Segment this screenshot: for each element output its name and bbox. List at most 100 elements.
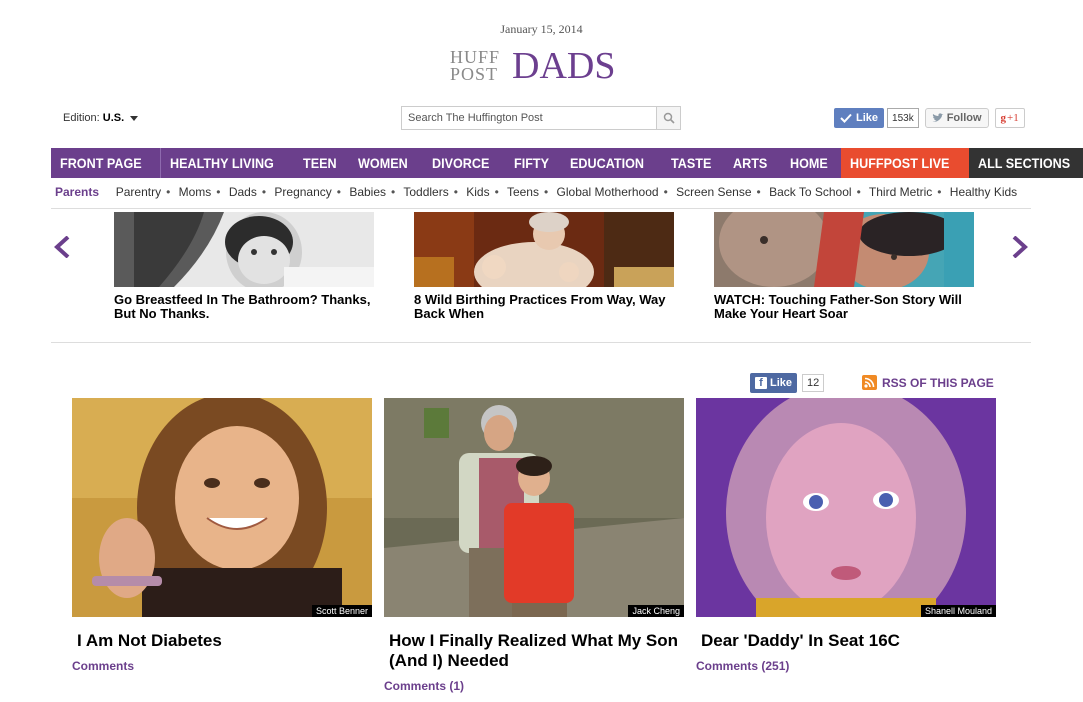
- subnav-item-healthy-kids[interactable]: Healthy Kids: [950, 185, 1017, 199]
- nav-label: DIVORCE: [431, 155, 490, 171]
- carousel-next-arrow-icon[interactable]: [1008, 236, 1030, 258]
- carousel-title[interactable]: WATCH: Touching Father-Son Story Will Ma…: [714, 293, 974, 321]
- separator-dot: •: [336, 185, 341, 199]
- twitter-bird-icon: [932, 113, 944, 122]
- edition-selector[interactable]: Edition: U.S.: [63, 112, 139, 124]
- subnav-item-pregnancy[interactable]: Pregnancy: [274, 185, 331, 199]
- comments-link[interactable]: Comments: [72, 659, 372, 673]
- carousel-image-breastfeeding[interactable]: [114, 212, 374, 287]
- sub-nav: Parents Parentry • Moms • Dads • Pregnancy •…: [55, 185, 1017, 199]
- logo-post-text: POST: [450, 64, 499, 84]
- carousel-item[interactable]: 8 Wild Birthing Practices From Way, Way …: [414, 212, 674, 321]
- main-nav: FRONT PAGE HEALTHY LIVING TEEN WOMEN DIV…: [51, 148, 1083, 178]
- comments-link[interactable]: Comments (1): [384, 679, 684, 693]
- social-buttons: Like 153k Follow g +1: [834, 108, 1025, 128]
- carousel-title[interactable]: 8 Wild Birthing Practices From Way, Way …: [414, 293, 674, 321]
- nav-label: FIFTY: [513, 155, 549, 171]
- nav-label: EDUCATION: [570, 155, 645, 171]
- photo-credit: Jack Cheng: [628, 605, 684, 617]
- separator-dot: [104, 185, 107, 199]
- gplus-label: +1: [1007, 112, 1019, 124]
- nav-item-huffpost-live[interactable]: HUFFPOST LIVE: [840, 148, 970, 178]
- nav-item-teen[interactable]: TEEN: [294, 148, 349, 178]
- nav-label: ARTS: [733, 155, 768, 171]
- divider: [51, 208, 1031, 209]
- divider: [51, 342, 1031, 343]
- article-card[interactable]: Scott Benner I Am Not Diabetes Comments: [72, 398, 372, 673]
- carousel-item[interactable]: WATCH: Touching Father-Son Story Will Ma…: [714, 212, 974, 321]
- nav-label: FRONT PAGE: [60, 155, 142, 171]
- nav-item-divorce[interactable]: DIVORCE: [423, 148, 505, 178]
- nav-item-women[interactable]: WOMEN: [349, 148, 422, 178]
- subnav-item-parents[interactable]: Parents: [55, 185, 99, 199]
- nav-label: ALL SECTIONS: [978, 155, 1071, 171]
- like-label: Like: [856, 112, 879, 124]
- page-like-label: Like: [770, 377, 793, 389]
- rss-label: RSS OF THIS PAGE: [882, 375, 994, 390]
- page-like-count: 12: [802, 374, 825, 392]
- nav-label: WOMEN: [358, 155, 409, 171]
- separator-dot: •: [543, 185, 549, 199]
- search-icon: [663, 112, 675, 124]
- nav-item-healthy-living[interactable]: HEALTHY LIVING: [161, 148, 294, 178]
- subnav-item-screen-sense[interactable]: Screen Sense: [676, 185, 751, 199]
- check-icon: [840, 113, 852, 123]
- article-card[interactable]: Shanell Mouland Dear 'Daddy' In Seat 16C…: [696, 398, 996, 673]
- carousel-image-father-son[interactable]: [714, 212, 974, 287]
- photo-credit: Scott Benner: [311, 605, 372, 617]
- subnav-item-parentry[interactable]: Parentry: [116, 185, 161, 199]
- subnav-item-toddlers[interactable]: Toddlers: [403, 185, 448, 199]
- nav-item-education[interactable]: EDUCATION: [561, 148, 661, 178]
- nav-label: HEALTHY LIVING: [169, 155, 274, 171]
- article-title[interactable]: Dear 'Daddy' In Seat 16C: [696, 631, 996, 651]
- subnav-item-third-metric[interactable]: Third Metric: [869, 185, 932, 199]
- article-image-girl[interactable]: Scott Benner: [72, 398, 372, 617]
- subnav-item-teens[interactable]: Teens: [507, 185, 539, 199]
- separator-dot: •: [453, 185, 458, 199]
- article-title[interactable]: How I Finally Realized What My Son (And …: [384, 631, 684, 671]
- google-plus-button[interactable]: g +1: [994, 108, 1025, 128]
- search-input[interactable]: [402, 107, 656, 129]
- page-date: January 15, 2014: [500, 22, 583, 36]
- nav-item-front-page[interactable]: FRONT PAGE: [51, 148, 161, 178]
- nav-item-all-sections[interactable]: ALL SECTIONS: [969, 148, 1083, 178]
- nav-label: HOME: [789, 155, 828, 171]
- page-like-button[interactable]: f Like: [750, 373, 798, 393]
- rss-link[interactable]: RSS OF THIS PAGE: [862, 375, 994, 390]
- photo-credit: Shanell Mouland: [920, 605, 996, 617]
- comments-link[interactable]: Comments (251): [696, 659, 996, 673]
- separator-dot: •: [261, 185, 267, 199]
- facebook-like-button[interactable]: Like: [834, 108, 885, 128]
- search-button[interactable]: [656, 107, 680, 129]
- subnav-item-kids[interactable]: Kids: [466, 185, 489, 199]
- carousel-item[interactable]: Go Breastfeed In The Bathroom? Thanks, B…: [114, 212, 374, 321]
- carousel-image-painting[interactable]: [414, 212, 674, 287]
- separator-dot: •: [663, 185, 668, 199]
- separator-dot: •: [937, 185, 942, 199]
- follow-label: Follow: [946, 112, 982, 124]
- article-card[interactable]: Jack Cheng How I Finally Realized What M…: [384, 398, 684, 693]
- article-image-father-son[interactable]: Jack Cheng: [384, 398, 684, 617]
- carousel-title[interactable]: Go Breastfeed In The Bathroom? Thanks, B…: [114, 293, 374, 321]
- article-image-toddler[interactable]: Shanell Mouland: [696, 398, 996, 617]
- subnav-item-moms[interactable]: Moms: [179, 185, 212, 199]
- huffpost-dads-logo[interactable]: HUFF POST DADS: [450, 45, 615, 87]
- nav-item-fifty[interactable]: FIFTY: [505, 148, 562, 178]
- twitter-follow-button[interactable]: Follow: [924, 108, 989, 128]
- nav-label: TEEN: [303, 155, 337, 171]
- subnav-item-dads[interactable]: Dads: [229, 185, 257, 199]
- carousel-prev-arrow-icon[interactable]: [52, 236, 74, 258]
- subnav-item-global-motherhood[interactable]: Global Motherhood: [557, 185, 659, 199]
- edition-value: U.S.: [102, 112, 125, 124]
- article-title[interactable]: I Am Not Diabetes: [72, 631, 372, 651]
- nav-item-taste[interactable]: TASTE: [662, 148, 725, 178]
- nav-item-home[interactable]: HOME: [781, 148, 841, 178]
- separator-dot: •: [756, 185, 761, 199]
- nav-label: TASTE: [670, 155, 711, 171]
- like-count: 153k: [887, 108, 919, 128]
- subnav-item-back-to-school[interactable]: Back To School: [769, 185, 852, 199]
- nav-label: HUFFPOST LIVE: [849, 155, 949, 171]
- subnav-item-babies[interactable]: Babies: [349, 185, 386, 199]
- separator-dot: •: [216, 185, 221, 199]
- nav-item-arts[interactable]: ARTS: [724, 148, 780, 178]
